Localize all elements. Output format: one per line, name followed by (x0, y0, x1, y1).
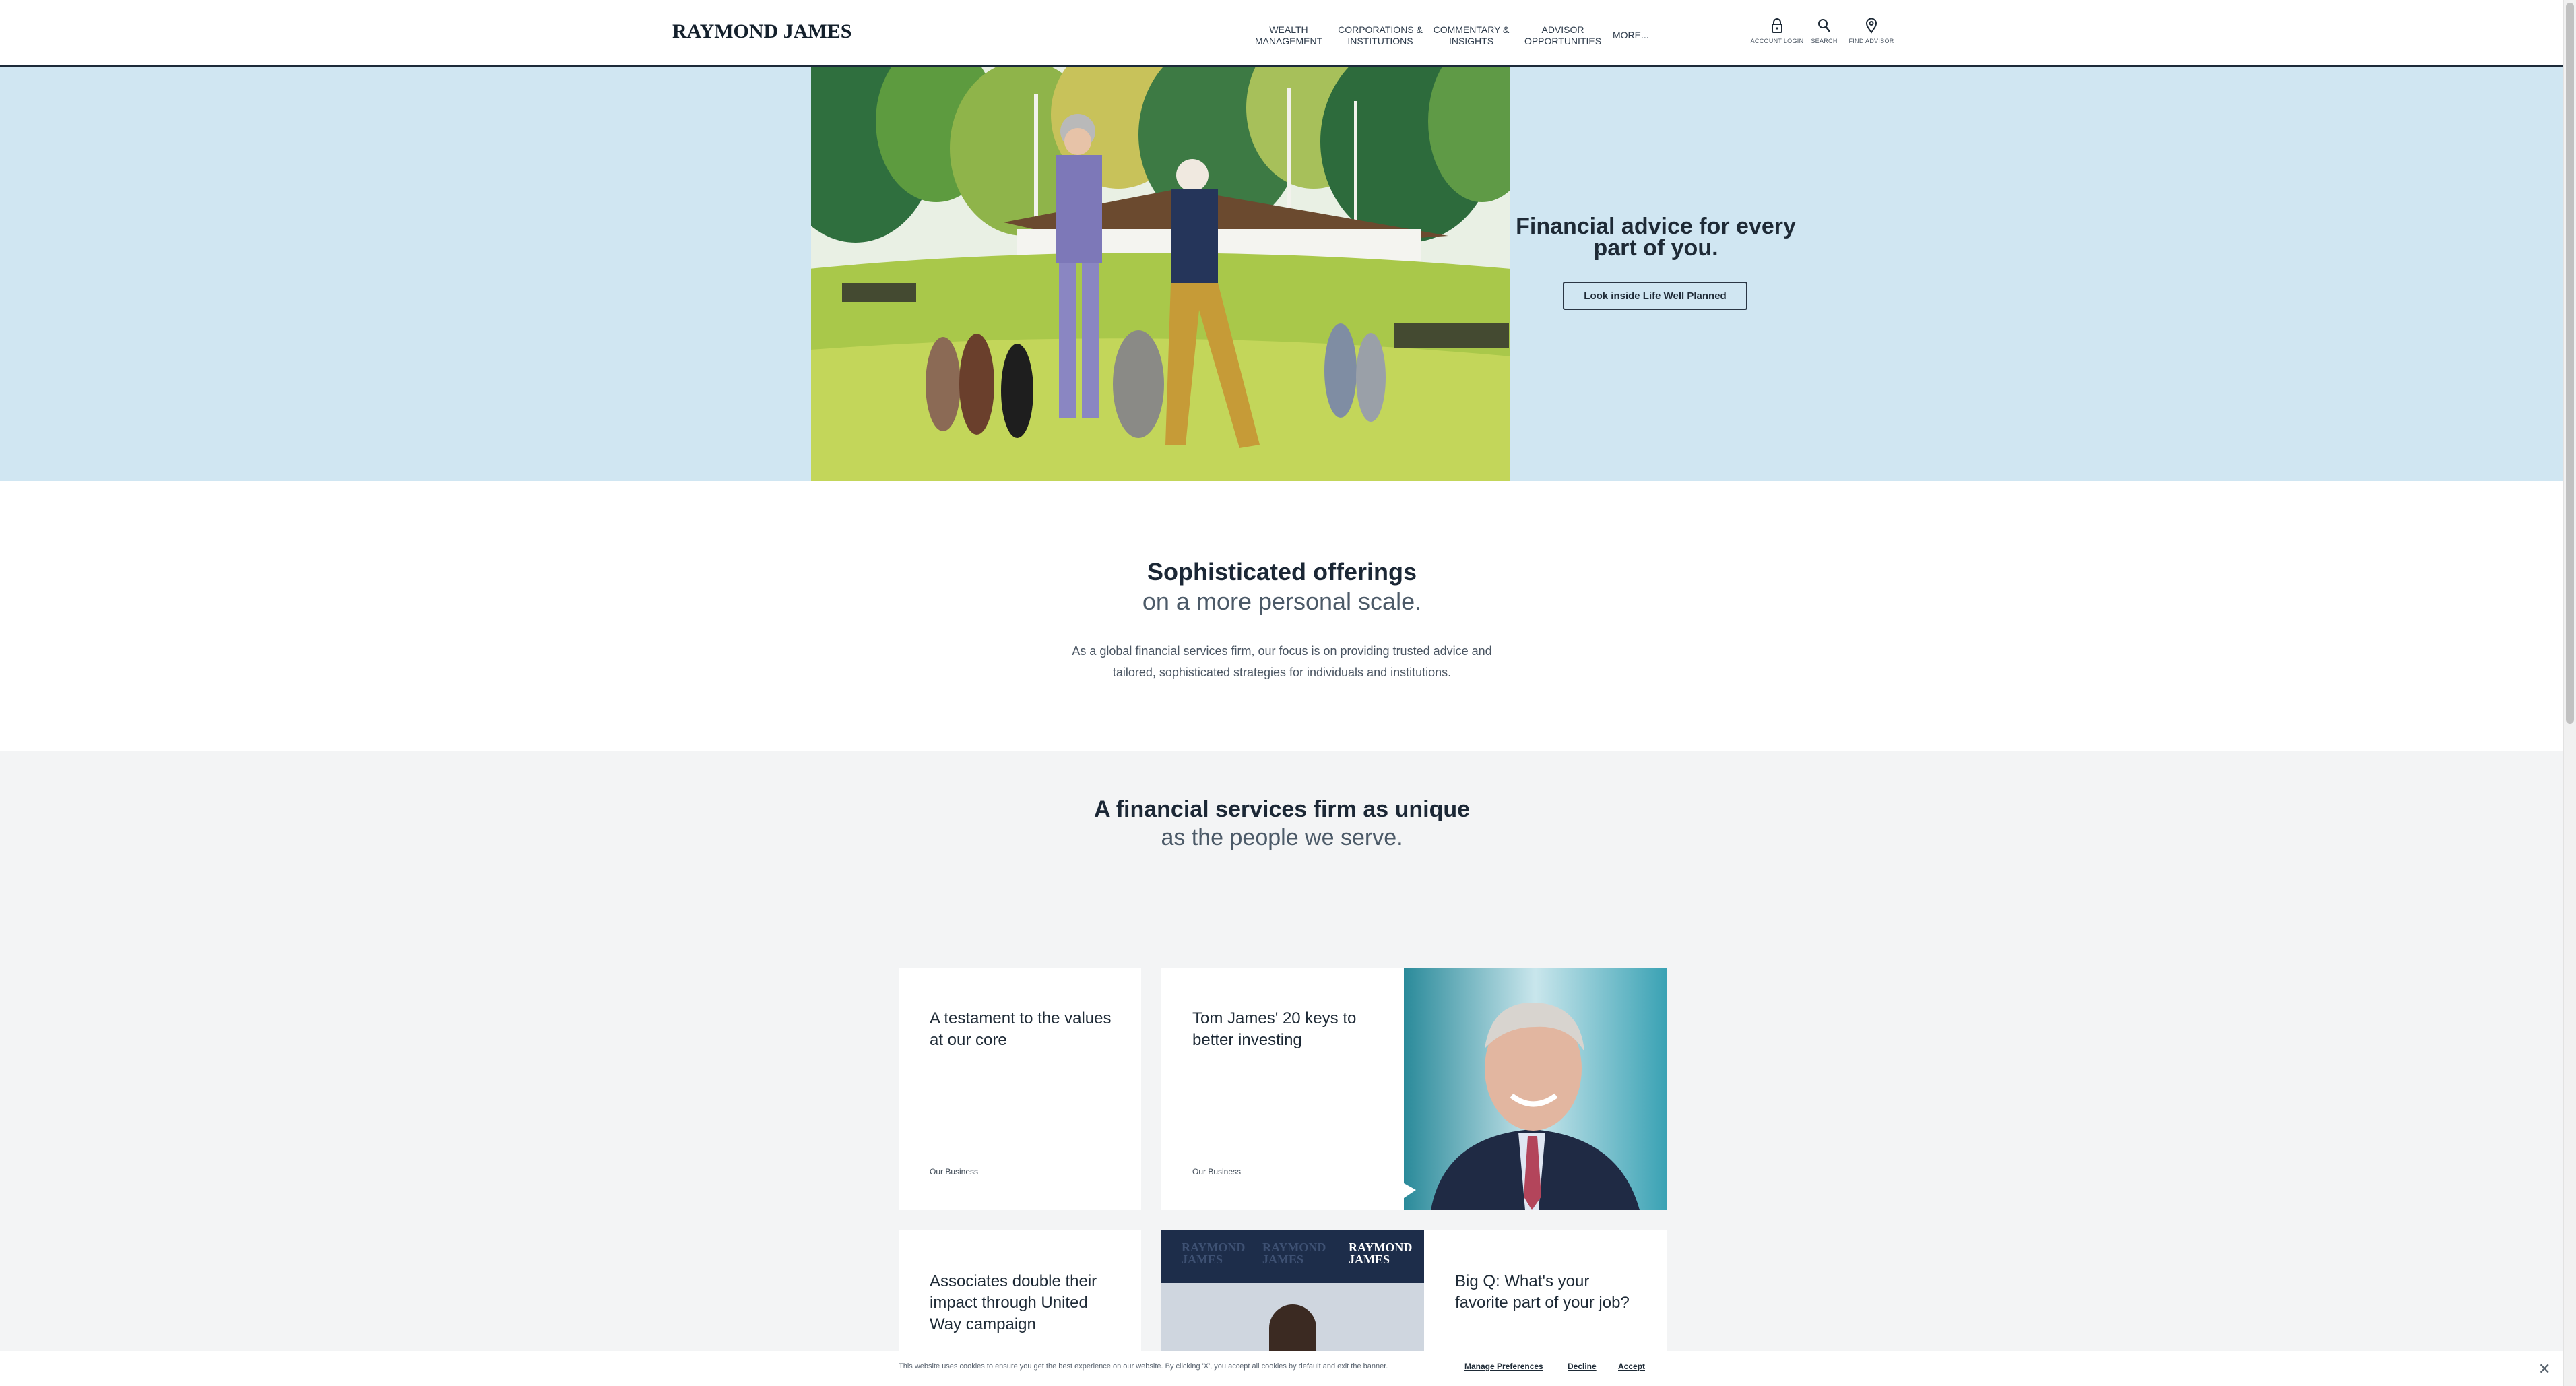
offerings-subtitle: on a more personal scale. (1142, 588, 1422, 615)
cookie-banner: This website uses cookies to ensure you … (0, 1351, 2564, 1386)
nav-commentary-insights[interactable]: COMMENTARY & INSIGHTS (1432, 24, 1510, 47)
cookie-text: This website uses cookies to ensure you … (899, 1362, 1388, 1371)
scrollbar-thumb[interactable] (2566, 3, 2574, 724)
account-login-label: ACCOUNT LOGIN (1750, 38, 1804, 44)
nav-more[interactable]: MORE... (1613, 30, 1653, 41)
nav-advisor-opportunities[interactable]: ADVISOR OPPORTUNITIES (1521, 24, 1605, 47)
card-values[interactable]: A testament to the values at our core Ou… (899, 968, 1141, 1210)
firm-title: A financial services firm as unique (1093, 796, 1471, 822)
hero-illustration (802, 67, 1519, 481)
accept-link[interactable]: Accept (1618, 1362, 1645, 1371)
card-title: Tom James' 20 keys to better investing (1192, 1009, 1357, 1049)
card-title: A testament to the values at our core (930, 1009, 1112, 1049)
search-button[interactable]: SEARCH (1797, 18, 1851, 44)
hero-banner: Financial advice for every part of you. … (0, 67, 2564, 481)
tom-james-photo (1404, 968, 1667, 1210)
nav-wealth-management[interactable]: WEALTH MANAGEMENT (1252, 24, 1326, 47)
nav-corporations-institutions[interactable]: CORPORATIONS & INSTITUTIONS (1337, 24, 1424, 47)
account-login-button[interactable]: ACCOUNT LOGIN (1750, 18, 1804, 44)
hero-illustration-svg (802, 67, 1519, 481)
offerings-title: Sophisticated offerings (1147, 558, 1417, 586)
hero-title: Financial advice for every part of you. (1516, 214, 1796, 261)
find-advisor-label: FIND ADVISOR (1848, 38, 1894, 44)
card-tom-james[interactable]: Tom James' 20 keys to better investing O… (1161, 968, 1667, 1210)
search-label: SEARCH (1811, 38, 1838, 44)
card-category: Our Business (930, 1167, 979, 1176)
video-logo: RAYMOND JAMES (1349, 1240, 1413, 1266)
search-icon (1818, 19, 1830, 32)
decline-link[interactable]: Decline (1568, 1362, 1597, 1371)
life-well-planned-button[interactable]: Look inside Life Well Planned (1563, 282, 1747, 310)
faded-logo: RAYMOND JAMES (1182, 1240, 1246, 1266)
logo[interactable]: RAYMOND JAMES (672, 20, 851, 43)
manage-preferences-link[interactable]: Manage Preferences (1464, 1362, 1543, 1371)
map-pin-icon (1865, 18, 1877, 34)
card-title: Big Q: What's your favorite part of your… (1455, 1272, 1630, 1312)
site-header: RAYMOND JAMES WEALTH MANAGEMENT CORPORAT… (0, 0, 2564, 67)
offerings-body: As a global financial services firm, our… (1072, 644, 1492, 679)
lock-icon (1772, 18, 1782, 33)
card-category: Our Business (1192, 1167, 1242, 1176)
scrollbar[interactable] (2563, 0, 2576, 1386)
close-icon[interactable]: ✕ (2538, 1360, 2550, 1378)
find-advisor-button[interactable]: FIND ADVISOR (1844, 18, 1898, 44)
faded-logo: RAYMOND JAMES (1262, 1240, 1326, 1266)
card-title: Associates double their impact through U… (930, 1272, 1097, 1333)
firm-subtitle: as the people we serve. (1161, 825, 1403, 850)
